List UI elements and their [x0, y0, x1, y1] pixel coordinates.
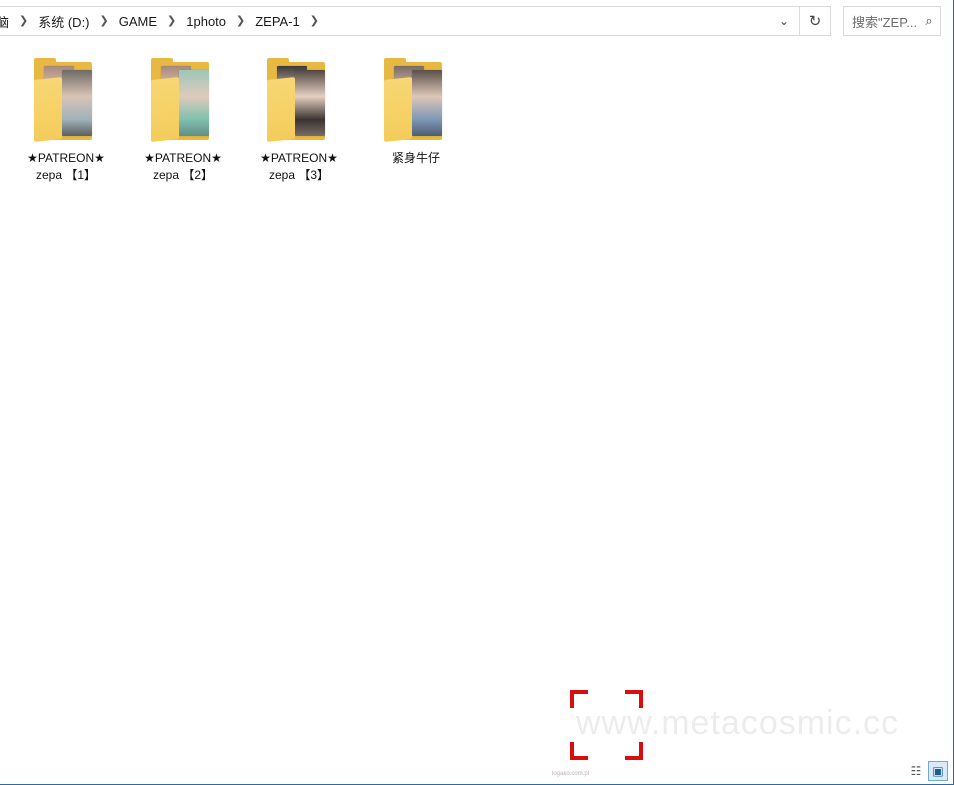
folder-thumbnail — [179, 70, 209, 136]
folder-thumbnail — [412, 70, 442, 136]
folder-item[interactable]: ★PATREON★ zepa 【3】 — [253, 58, 345, 184]
folder-icon — [151, 58, 215, 144]
breadcrumb: 脑 ❯ 系统 (D:) ❯ GAME ❯ 1photo ❯ ZEPA-1 ❯ — [0, 7, 769, 35]
chevron-right-icon[interactable]: ❯ — [92, 15, 117, 27]
search-icon: ⌕ — [925, 13, 933, 28]
folder-label: ★PATREON★ zepa 【1】 — [27, 151, 105, 182]
chevron-right-icon[interactable]: ❯ — [302, 15, 327, 27]
details-view-button[interactable]: ☷ — [906, 761, 926, 781]
breadcrumb-item-game[interactable]: GAME — [117, 14, 159, 29]
folder-icon — [384, 58, 448, 144]
chevron-right-icon[interactable]: ❯ — [228, 15, 253, 27]
folder-thumbnail — [295, 70, 325, 136]
folder-label: 紧身牛仔 — [391, 151, 440, 165]
folder-front — [151, 77, 179, 142]
chevron-down-icon: ⌄ — [778, 14, 790, 28]
address-bar[interactable]: 脑 ❯ 系统 (D:) ❯ GAME ❯ 1photo ❯ ZEPA-1 ❯ ⌄… — [0, 6, 831, 36]
refresh-button[interactable]: ↻ — [800, 7, 830, 35]
folder-thumbnail — [62, 70, 92, 136]
watermark-text: www.metacosmic.cc — [576, 704, 900, 742]
folder-icon — [267, 58, 331, 144]
refresh-icon: ↻ — [808, 13, 822, 30]
watermark-corner — [625, 742, 643, 760]
folder-item[interactable]: ★PATREON★ zepa 【2】 — [137, 58, 229, 184]
breadcrumb-item-computer[interactable]: 脑 — [0, 12, 11, 31]
breadcrumb-item-1photo[interactable]: 1photo — [184, 14, 228, 29]
folder-item[interactable]: ★PATREON★ zepa 【1】 — [20, 58, 112, 184]
folder-item[interactable]: 紧身牛仔 — [370, 58, 462, 167]
watermark-corner — [625, 690, 643, 708]
watermark-corner — [570, 690, 588, 708]
folder-front — [34, 77, 62, 142]
search-input[interactable]: 搜索"ZEP... ⌕ — [843, 6, 941, 36]
details-view-icon: ☷ — [910, 764, 922, 778]
large-icons-view-button[interactable]: ▣ — [928, 761, 948, 781]
chevron-right-icon[interactable]: ❯ — [11, 15, 36, 27]
large-icons-view-icon: ▣ — [932, 764, 944, 778]
folder-front — [384, 77, 412, 142]
watermark: www.metacosmic.cc — [570, 690, 930, 760]
chevron-right-icon[interactable]: ❯ — [159, 15, 184, 27]
folder-icon — [34, 58, 98, 144]
breadcrumb-item-drive-d[interactable]: 系统 (D:) — [36, 12, 91, 31]
search-placeholder: 搜索"ZEP... — [852, 14, 918, 30]
watermark-small-text: logako.com.pl — [552, 771, 590, 777]
folder-label: ★PATREON★ zepa 【2】 — [144, 151, 222, 182]
address-history-button[interactable]: ⌄ — [769, 7, 800, 35]
file-explorer-window: 脑 ❯ 系统 (D:) ❯ GAME ❯ 1photo ❯ ZEPA-1 ❯ ⌄… — [0, 0, 954, 785]
breadcrumb-item-zepa-1[interactable]: ZEPA-1 — [253, 14, 302, 29]
folder-label: ★PATREON★ zepa 【3】 — [260, 151, 338, 182]
watermark-corner — [570, 742, 588, 760]
folder-front — [267, 77, 295, 142]
